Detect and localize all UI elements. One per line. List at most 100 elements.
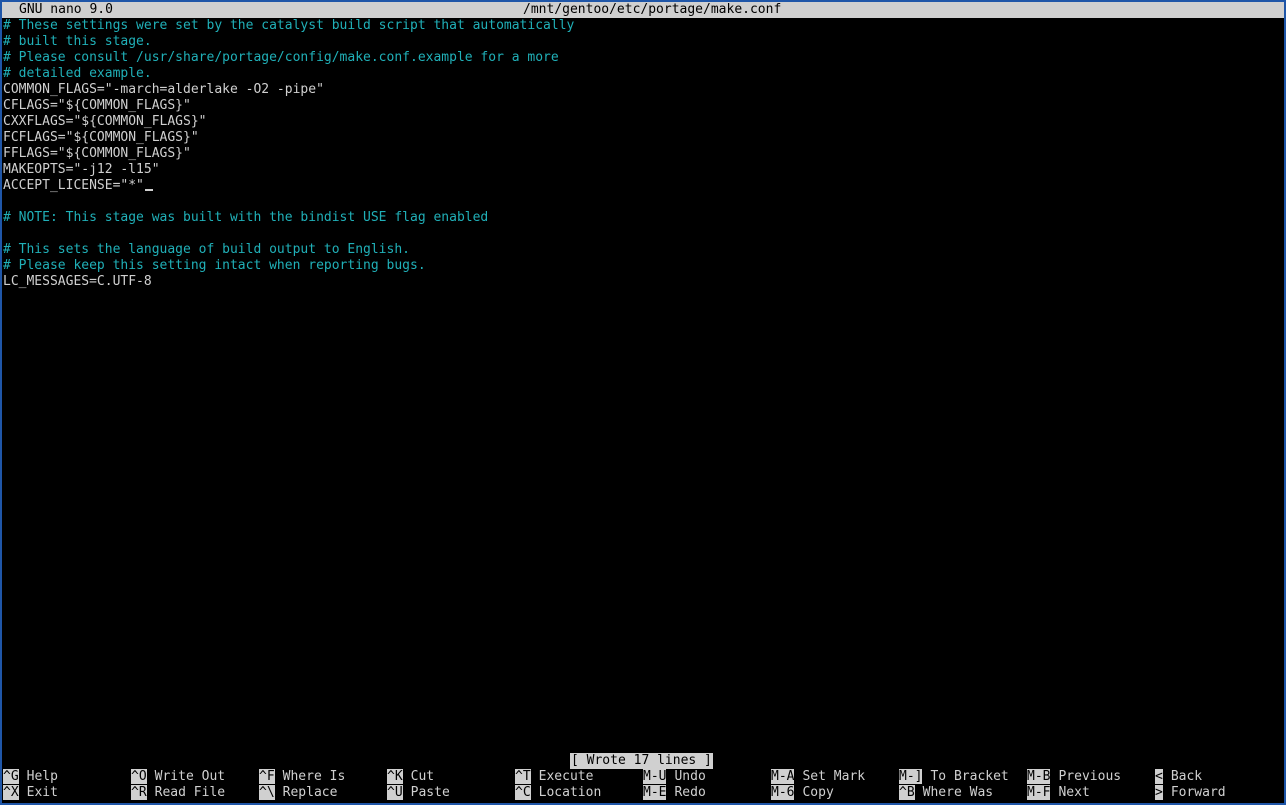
- shortcut-paste[interactable]: ^U Paste: [387, 785, 450, 801]
- shortcut-label: Help: [26, 769, 58, 784]
- shortcut-label: Redo: [674, 785, 706, 800]
- editor-line[interactable]: COMMON_FLAGS="-march=alderlake -O2 -pipe…: [3, 82, 1283, 98]
- shortcut-cut[interactable]: ^K Cut: [387, 769, 434, 785]
- shortcut-bar: ^G Help ^O Write Out ^F Where Is ^K Cut ^T Execut…: [3, 769, 1283, 801]
- shortcut-to-bracket[interactable]: M-] To Bracket: [899, 769, 1009, 785]
- shortcut-replace[interactable]: ^\ Replace: [259, 785, 337, 801]
- shortcut-label: Location: [538, 785, 602, 800]
- shortcut-label: Forward: [1170, 785, 1226, 800]
- shortcut-undo[interactable]: M-U Undo: [643, 769, 706, 785]
- editor-line-text: FCFLAGS="${COMMON_FLAGS}": [3, 130, 199, 145]
- shortcut-label: Where Is: [282, 769, 346, 784]
- shortcut-key: <: [1155, 769, 1163, 784]
- editor-line-text: CFLAGS="${COMMON_FLAGS}": [3, 98, 191, 113]
- shortcut-label: Execute: [538, 769, 594, 784]
- shortcut-write-out[interactable]: ^O Write Out: [131, 769, 225, 785]
- shortcut-key: ^X: [3, 785, 19, 800]
- shortcut-exit[interactable]: ^X Exit: [3, 785, 58, 801]
- editor-buffer[interactable]: # These settings were set by the catalys…: [3, 18, 1283, 290]
- text-cursor: [144, 189, 153, 191]
- editor-line[interactable]: ACCEPT_LICENSE="*": [3, 178, 1283, 194]
- shortcut-label: Write Out: [154, 769, 226, 784]
- editor-line-text: # detailed example.: [3, 66, 152, 81]
- shortcut-key: M-B: [1027, 769, 1051, 784]
- shortcut-key: M-6: [771, 785, 795, 800]
- window-frame-left: [0, 0, 2, 805]
- shortcut-redo[interactable]: M-E Redo: [643, 785, 706, 801]
- editor-line[interactable]: CFLAGS="${COMMON_FLAGS}": [3, 98, 1283, 114]
- shortcut-key: ^O: [131, 769, 147, 784]
- shortcut-label: Exit: [26, 785, 58, 800]
- editor-line-text: # Please keep this setting intact when r…: [3, 258, 426, 273]
- shortcut-forward[interactable]: > Forward: [1155, 785, 1226, 801]
- editor-line-text: # Please consult /usr/share/portage/conf…: [3, 50, 559, 65]
- status-message: [ Wrote 17 lines ]: [570, 753, 713, 769]
- editor-line[interactable]: # Please keep this setting intact when r…: [3, 258, 1283, 274]
- shortcut-label: Cut: [410, 769, 435, 784]
- editor-line[interactable]: MAKEOPTS="-j12 -l15": [3, 162, 1283, 178]
- file-path: /mnt/gentoo/etc/portage/make.conf: [523, 2, 782, 17]
- editor-line[interactable]: [3, 226, 1283, 242]
- shortcut-key: M-E: [643, 785, 667, 800]
- editor-line[interactable]: CXXFLAGS="${COMMON_FLAGS}": [3, 114, 1283, 130]
- terminal-screen: GNU nano 9.0 /mnt/gentoo/etc/portage/mak…: [0, 0, 1286, 805]
- shortcut-where-is[interactable]: ^F Where Is: [259, 769, 345, 785]
- shortcut-back[interactable]: < Back: [1155, 769, 1202, 785]
- editor-line[interactable]: # NOTE: This stage was built with the bi…: [3, 210, 1283, 226]
- shortcut-location[interactable]: ^C Location: [515, 785, 601, 801]
- shortcut-key: >: [1155, 785, 1163, 800]
- editor-line-text: COMMON_FLAGS="-march=alderlake -O2 -pipe…: [3, 82, 324, 97]
- shortcut-key: ^K: [387, 769, 403, 784]
- editor-line-text: # These settings were set by the catalys…: [3, 18, 575, 33]
- shortcut-label: Paste: [410, 785, 450, 800]
- editor-line-text: FFLAGS="${COMMON_FLAGS}": [3, 146, 191, 161]
- shortcut-next[interactable]: M-F Next: [1027, 785, 1090, 801]
- editor-line[interactable]: # Please consult /usr/share/portage/conf…: [3, 50, 1283, 66]
- shortcut-label: Replace: [282, 785, 338, 800]
- editor-line[interactable]: # detailed example.: [3, 66, 1283, 82]
- editor-line-text: # built this stage.: [3, 34, 152, 49]
- shortcut-key: M-F: [1027, 785, 1051, 800]
- shortcut-label: Set Mark: [802, 769, 866, 784]
- editor-line-text: # NOTE: This stage was built with the bi…: [3, 210, 489, 225]
- shortcut-previous[interactable]: M-B Previous: [1027, 769, 1121, 785]
- editor-line[interactable]: [3, 194, 1283, 210]
- shortcut-execute[interactable]: ^T Execute: [515, 769, 593, 785]
- editor-line[interactable]: # These settings were set by the catalys…: [3, 18, 1283, 34]
- shortcut-key: ^R: [131, 785, 147, 800]
- editor-line[interactable]: LC_MESSAGES=C.UTF-8: [3, 274, 1283, 290]
- editor-line[interactable]: FCFLAGS="${COMMON_FLAGS}": [3, 130, 1283, 146]
- app-version: GNU nano 9.0: [19, 2, 113, 17]
- shortcut-help[interactable]: ^G Help: [3, 769, 58, 785]
- shortcut-label: Back: [1170, 769, 1203, 784]
- shortcut-key: ^G: [3, 769, 19, 784]
- shortcut-read-file[interactable]: ^R Read File: [131, 785, 225, 801]
- shortcut-label: Where Was: [922, 785, 994, 800]
- nano-title-bar: GNU nano 9.0 /mnt/gentoo/etc/portage/mak…: [2, 2, 1284, 18]
- editor-line-text: CXXFLAGS="${COMMON_FLAGS}": [3, 114, 207, 129]
- shortcut-label: Next: [1058, 785, 1090, 800]
- editor-line[interactable]: # built this stage.: [3, 34, 1283, 50]
- editor-line-text: ACCEPT_LICENSE="*": [3, 178, 144, 193]
- shortcut-key: ^F: [259, 769, 275, 784]
- shortcut-label: Copy: [802, 785, 834, 800]
- shortcut-key: M-A: [771, 769, 795, 784]
- shortcut-key: ^C: [515, 785, 531, 800]
- shortcut-key: ^B: [899, 785, 915, 800]
- editor-line-text: # This sets the language of build output…: [3, 242, 410, 257]
- editor-line-text: MAKEOPTS="-j12 -l15": [3, 162, 160, 177]
- shortcut-label: Undo: [674, 769, 706, 784]
- shortcut-key: ^T: [515, 769, 531, 784]
- editor-line[interactable]: # This sets the language of build output…: [3, 242, 1283, 258]
- shortcut-key: M-]: [899, 769, 923, 784]
- shortcut-where-was[interactable]: ^B Where Was: [899, 785, 993, 801]
- shortcut-set-mark[interactable]: M-A Set Mark: [771, 769, 865, 785]
- shortcut-copy[interactable]: M-6 Copy: [771, 785, 834, 801]
- editor-line[interactable]: FFLAGS="${COMMON_FLAGS}": [3, 146, 1283, 162]
- shortcut-label: To Bracket: [930, 769, 1009, 784]
- shortcut-label: Read File: [154, 785, 226, 800]
- editor-line-text: LC_MESSAGES=C.UTF-8: [3, 274, 152, 289]
- shortcut-key: ^U: [387, 785, 403, 800]
- shortcut-label: Previous: [1058, 769, 1122, 784]
- shortcut-key: M-U: [643, 769, 667, 784]
